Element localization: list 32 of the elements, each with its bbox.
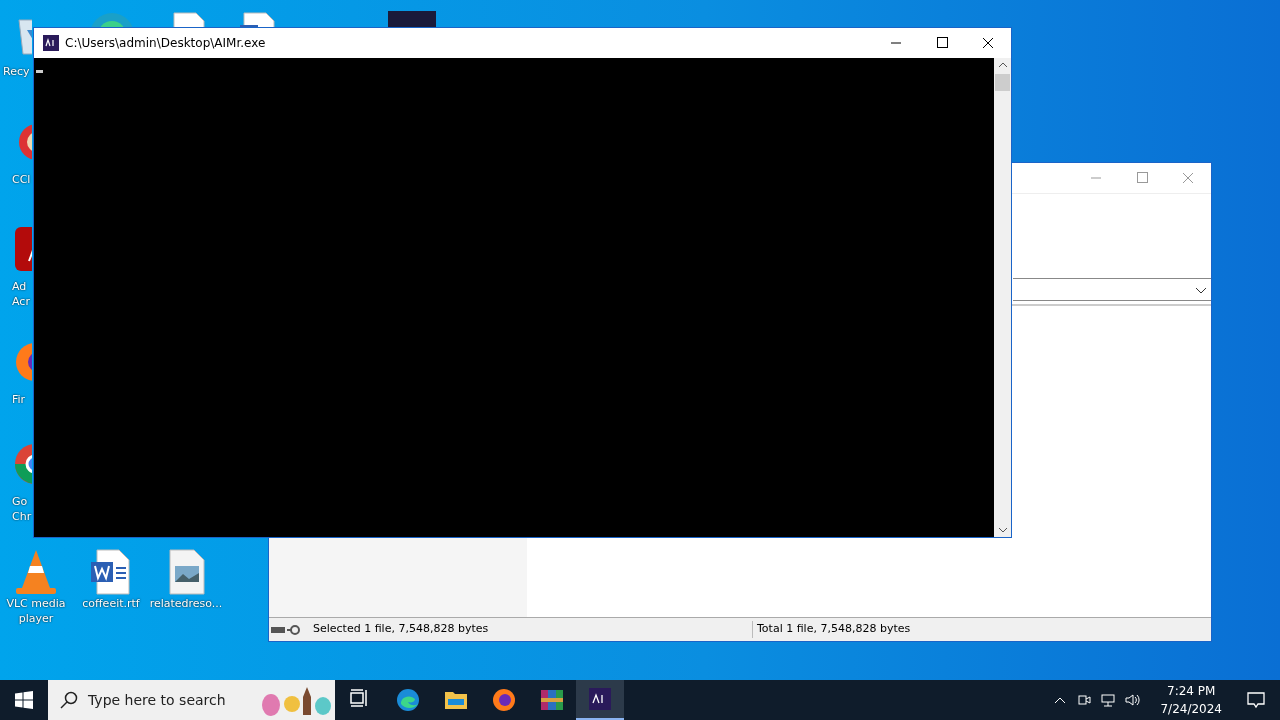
scroll-thumb[interactable] [995,74,1010,91]
icon-label[interactable]: Ad Acr [0,273,30,309]
network-icon [1100,692,1117,708]
browser-icon [396,688,420,712]
clock[interactable]: 7:24 PM 7/24/2024 [1150,682,1232,718]
speaker-icon [1124,692,1141,708]
search-icon [60,691,78,709]
window-title: C:\Users\admin\Desktop\AIMr.exe [65,35,267,52]
clock-time: 7:24 PM [1167,683,1216,700]
status-text: Total 1 file, 7,548,828 bytes [756,621,911,638]
clock-date: 7/24/2024 [1160,701,1222,718]
app-icon [588,687,612,711]
icon-label[interactable]: CCl [0,166,31,187]
archive-books-icon [540,688,564,712]
icon-label[interactable]: Recy [0,58,30,79]
cursor-icon [36,70,43,73]
scrollbar[interactable] [994,58,1011,537]
icon-label[interactable]: Fir [0,386,26,407]
taskbar-button[interactable] [576,680,624,720]
icon-label[interactable]: Go Chr [0,488,32,524]
dropdown-field[interactable] [1013,278,1211,301]
status-text: Selected 1 file, 7,548,828 bytes [303,621,753,638]
fox-browser-icon [492,688,516,712]
search-field[interactable]: Type here to search [48,680,335,720]
icon-label[interactable]: coffeeit.rtf [82,596,140,611]
message-icon [1246,691,1266,709]
icon-label[interactable]: VLC media player [6,596,66,626]
app-icon [43,35,59,51]
icon-label[interactable]: relatedreso... [150,596,222,611]
drive-icons [269,623,303,636]
camera-icon [1076,692,1093,708]
windows-logo-icon [15,691,33,709]
